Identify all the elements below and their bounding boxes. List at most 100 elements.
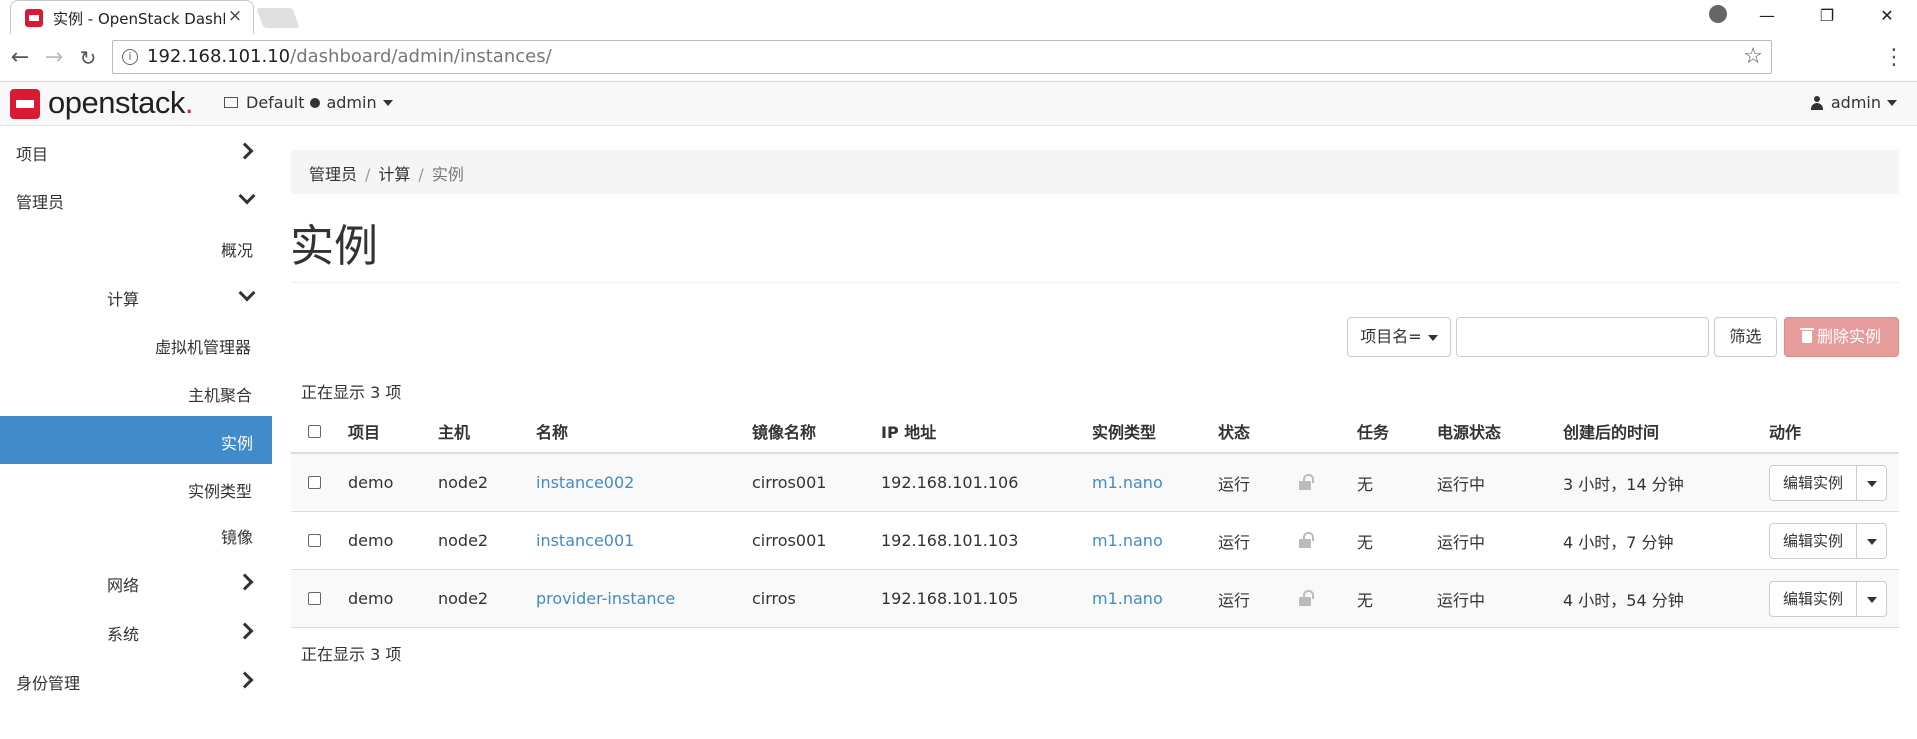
edit-instance-button[interactable]: 编辑实例	[1769, 581, 1857, 617]
close-icon[interactable]: ×	[225, 6, 245, 26]
cell-age: 3 小时，14 分钟	[1563, 474, 1684, 494]
edit-instance-button[interactable]: 编辑实例	[1769, 523, 1857, 559]
filter-input[interactable]	[1456, 317, 1709, 357]
sidebar-item-compute[interactable]: 计算	[0, 272, 272, 320]
row-actions: 编辑实例	[1769, 523, 1887, 559]
lock-icon[interactable]	[1299, 474, 1314, 490]
table-row: demo node2 instance001 cirros001 192.168…	[291, 512, 1899, 570]
table-header: 项目 主机 名称 镜像名称 IP 地址 实例类型 状态 任务 电源状态 创建后的…	[291, 410, 1899, 454]
chevron-right-icon	[236, 670, 256, 690]
breadcrumb-compute[interactable]: 计算	[378, 165, 410, 184]
row-checkbox[interactable]	[308, 476, 321, 489]
close-window-icon[interactable]: ✕	[1857, 0, 1917, 34]
sidebar-item-network[interactable]: 网络	[0, 558, 272, 606]
sidebar-item-flavors[interactable]: 实例类型	[0, 464, 272, 512]
col-flavor[interactable]: 实例类型	[1092, 410, 1156, 452]
browser-tab-bar: 实例 - OpenStack Dashboard × — ❐ ✕	[0, 0, 1917, 34]
cell-age: 4 小时，7 分钟	[1563, 532, 1674, 552]
project-context-dropdown[interactable]: Default admin	[224, 93, 393, 112]
star-icon[interactable]: ☆	[1743, 44, 1763, 69]
flavor-link[interactable]: m1.nano	[1092, 454, 1163, 511]
sidebar-item-project[interactable]: 项目	[0, 127, 272, 175]
back-icon[interactable]: ←	[6, 44, 34, 72]
col-status[interactable]: 状态	[1218, 410, 1250, 452]
select-all-checkbox[interactable]	[308, 424, 321, 438]
filter-button[interactable]: 筛选	[1714, 317, 1777, 357]
forward-icon[interactable]: →	[40, 44, 68, 72]
col-age[interactable]: 创建后的时间	[1563, 410, 1659, 452]
cell-image: cirros001	[752, 473, 827, 492]
actions-dropdown-toggle[interactable]	[1857, 581, 1887, 617]
chevron-down-icon	[236, 189, 256, 209]
domain-icon	[224, 97, 238, 108]
lock-icon[interactable]	[1299, 590, 1314, 606]
sidebar-item-instances[interactable]: 实例	[0, 416, 272, 464]
separator-dot-icon	[310, 97, 321, 108]
flavor-link[interactable]: m1.nano	[1092, 512, 1163, 569]
cell-power-state: 运行中	[1437, 474, 1486, 494]
col-task[interactable]: 任务	[1357, 410, 1389, 452]
instances-table: 项目 主机 名称 镜像名称 IP 地址 实例类型 状态 任务 电源状态 创建后的…	[291, 410, 1899, 628]
col-power-state[interactable]: 电源状态	[1437, 410, 1501, 452]
col-project[interactable]: 项目	[348, 410, 380, 452]
instance-name-link[interactable]: instance001	[536, 512, 634, 569]
chevron-right-icon	[236, 141, 256, 161]
reload-icon[interactable]: ↻	[74, 44, 102, 72]
col-ip-address[interactable]: IP 地址	[881, 410, 936, 452]
cell-ip: 192.168.101.106	[881, 473, 1019, 492]
openstack-favicon-icon	[25, 9, 43, 27]
profile-icon[interactable]	[1709, 5, 1727, 23]
instance-name-link[interactable]: provider-instance	[536, 570, 675, 627]
sidebar-item-hypervisors[interactable]: 虚拟机管理器	[0, 320, 272, 368]
sidebar-item-overview[interactable]: 概况	[0, 223, 272, 271]
menu-icon[interactable]: ⋮	[1883, 44, 1905, 72]
maximize-icon[interactable]: ❐	[1797, 0, 1857, 34]
sidebar-item-admin[interactable]: 管理员	[0, 175, 272, 223]
item-count-bottom: 正在显示 3 项	[301, 645, 402, 664]
cell-image: cirros	[752, 589, 796, 608]
row-checkbox[interactable]	[308, 534, 321, 547]
url-input[interactable]: i 192.168.101.10/dashboard/admin/instanc…	[112, 40, 1772, 74]
row-actions: 编辑实例	[1769, 465, 1887, 501]
sidebar-item-system[interactable]: 系统	[0, 607, 272, 655]
filter-field-dropdown[interactable]: 项目名=	[1347, 317, 1451, 357]
info-icon[interactable]: i	[122, 49, 138, 65]
chevron-right-icon	[236, 572, 256, 592]
breadcrumb-admin[interactable]: 管理员	[309, 165, 357, 184]
col-name[interactable]: 名称	[536, 410, 568, 452]
openstack-logo-icon[interactable]	[10, 89, 40, 119]
instance-name-link[interactable]: instance002	[536, 454, 634, 511]
delete-instances-button[interactable]: 删除实例	[1784, 317, 1899, 357]
actions-dropdown-toggle[interactable]	[1857, 523, 1887, 559]
url-text: 192.168.101.10/dashboard/admin/instances…	[147, 46, 552, 67]
edit-instance-button[interactable]: 编辑实例	[1769, 465, 1857, 501]
cell-host: node2	[438, 473, 489, 492]
cell-project: demo	[348, 531, 394, 550]
brand-logo[interactable]: openstack.	[48, 85, 193, 121]
page-title: 实例	[290, 221, 378, 272]
cell-task: 无	[1357, 590, 1374, 610]
row-actions: 编辑实例	[1769, 581, 1887, 617]
breadcrumb: 管理员 / 计算 / 实例	[291, 150, 1899, 194]
caret-down-icon	[1866, 538, 1877, 545]
chevron-right-icon	[236, 621, 256, 641]
sidebar-item-host-aggregates[interactable]: 主机聚合	[0, 368, 272, 416]
caret-down-icon	[1887, 99, 1897, 106]
lock-icon[interactable]	[1299, 532, 1314, 548]
table-row: demo node2 instance002 cirros001 192.168…	[291, 454, 1899, 512]
user-menu-dropdown[interactable]: admin	[1810, 93, 1897, 112]
flavor-link[interactable]: m1.nano	[1092, 570, 1163, 627]
minimize-icon[interactable]: —	[1737, 0, 1797, 34]
caret-down-icon	[382, 99, 393, 106]
address-bar-row: ← → ↻ i 192.168.101.10/dashboard/admin/i…	[0, 34, 1917, 82]
title-divider	[291, 282, 1899, 283]
col-host[interactable]: 主机	[438, 410, 470, 452]
browser-tab[interactable]: 实例 - OpenStack Dashboard ×	[10, 0, 254, 34]
user-icon	[1810, 95, 1823, 110]
sidebar-item-identity[interactable]: 身份管理	[0, 656, 272, 704]
row-checkbox[interactable]	[308, 592, 321, 605]
new-tab-button[interactable]	[256, 8, 300, 28]
sidebar-item-images[interactable]: 镜像	[0, 510, 272, 558]
actions-dropdown-toggle[interactable]	[1857, 465, 1887, 501]
col-image-name[interactable]: 镜像名称	[752, 410, 816, 452]
